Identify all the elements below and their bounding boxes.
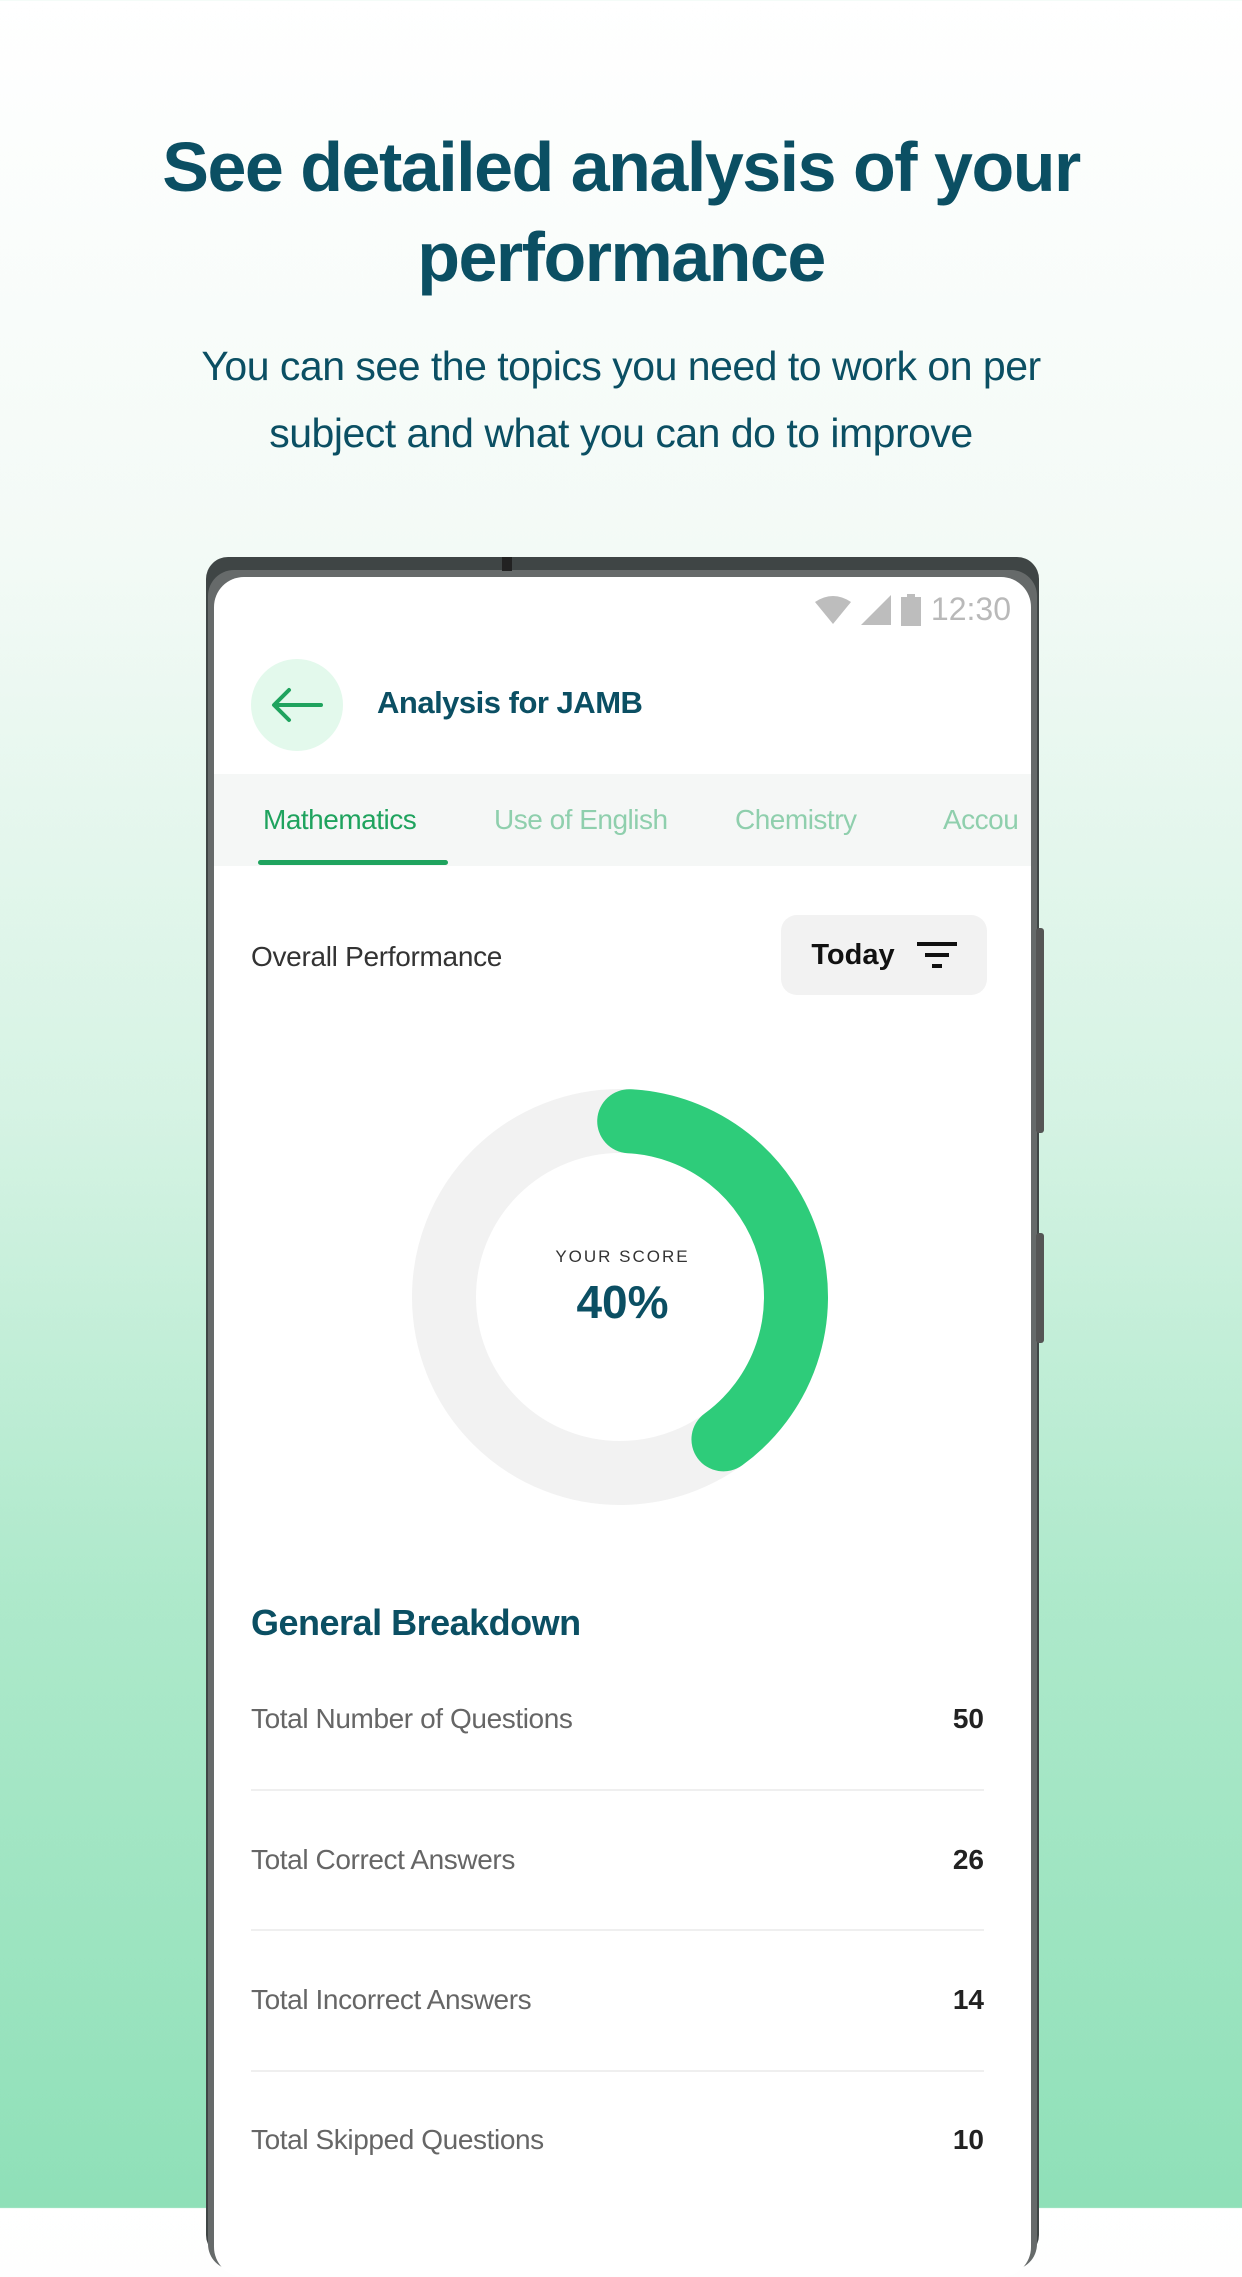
phone-top-notch [502, 557, 512, 571]
overall-performance-label: Overall Performance [251, 941, 503, 972]
phone-side-button [1036, 1233, 1044, 1343]
page-title: Analysis for JAMB [377, 685, 643, 720]
row-label: Total Number of Questions [251, 1703, 573, 1734]
filter-label: Today [811, 938, 895, 971]
row-value: 26 [952, 1844, 984, 1875]
promo-headline: See detailed analysis of your performanc… [0, 122, 1242, 302]
score-label: YOUR SCORE [555, 1247, 690, 1266]
row-label: Total Correct Answers [251, 1844, 515, 1875]
headline-line: performance [417, 218, 826, 296]
divider [251, 2070, 984, 2072]
subject-tabs: Mathematics Use of English Chemistry Acc… [214, 774, 1031, 866]
headline-line: See detailed analysis of your [162, 128, 1081, 206]
active-tab-indicator [258, 860, 448, 865]
row-value: 50 [952, 1703, 984, 1734]
tab-accounting[interactable]: Accou [943, 804, 1019, 836]
row-value: 14 [952, 1984, 984, 2015]
breakdown-row: Total Correct Answers 26 [251, 1840, 984, 1880]
date-filter-button[interactable]: Today [781, 915, 987, 995]
subtitle-line: subject and what you can do to improve [269, 410, 973, 456]
tab-mathematics[interactable]: Mathematics [263, 804, 417, 836]
filter-icon [916, 942, 957, 968]
section-title: General Breakdown [251, 1602, 581, 1643]
status-bar: 12:30 [814, 591, 1011, 628]
divider [251, 1789, 984, 1791]
status-time: 12:30 [930, 591, 1011, 627]
divider [251, 1929, 984, 1931]
breakdown-row: Total Incorrect Answers 14 [251, 1980, 984, 2020]
score-value: 40% [576, 1276, 669, 1328]
back-button[interactable] [251, 659, 343, 751]
tab-use-of-english[interactable]: Use of English [494, 804, 668, 836]
battery-icon [900, 593, 921, 626]
tab-chemistry[interactable]: Chemistry [735, 804, 857, 836]
app-screen: 12:30 Analysis for JAMB Mathematics Use … [214, 577, 1031, 2277]
breakdown-row: Total Number of Questions 50 [251, 1699, 984, 1739]
signal-icon [860, 594, 891, 625]
arrow-left-icon [272, 688, 323, 722]
row-label: Total Incorrect Answers [251, 1984, 532, 2015]
phone-side-button [1036, 928, 1044, 1133]
subtitle-line: You can see the topics you need to work … [201, 343, 1041, 389]
wifi-icon [814, 595, 851, 624]
breakdown-row: Total Skipped Questions 10 [251, 2120, 984, 2160]
row-value: 10 [952, 2124, 984, 2155]
promo-subtitle: You can see the topics you need to work … [0, 333, 1242, 467]
row-label: Total Skipped Questions [251, 2124, 544, 2155]
